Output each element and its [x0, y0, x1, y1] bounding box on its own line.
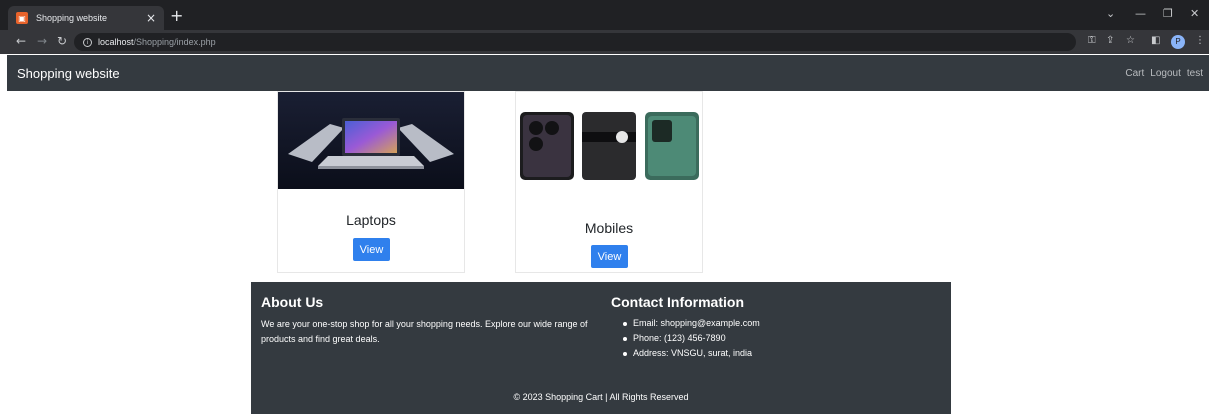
- url-text: localhost/Shopping/index.php: [98, 37, 216, 47]
- sidepanel-icon[interactable]: ◧: [1151, 35, 1160, 46]
- site-brand[interactable]: Shopping website: [17, 66, 120, 81]
- about-heading: About Us: [261, 294, 324, 310]
- browser-toolbar: ← → ↻ i localhost/Shopping/index.php ⚿ ⇪…: [0, 30, 1209, 54]
- share-icon[interactable]: ⇪: [1106, 35, 1114, 46]
- nav-link-cart[interactable]: Cart: [1125, 68, 1144, 79]
- contact-address: Address: VNSGU, surat, india: [623, 346, 760, 361]
- browser-tabstrip: ▣ Shopping website × + ⌄ — ❐ ✕: [0, 0, 1209, 30]
- browser-tab[interactable]: ▣ Shopping website ×: [8, 6, 164, 30]
- reload-icon[interactable]: ↻: [57, 34, 67, 48]
- about-text: We are your one-stop shop for all your s…: [261, 319, 588, 344]
- bullet-icon: [623, 336, 627, 341]
- url-host: localhost: [98, 37, 134, 47]
- tab-search-icon[interactable]: ⌄: [1106, 7, 1115, 20]
- url-path: /Shopping/index.php: [133, 37, 216, 47]
- contact-email-text: Email: shopping@example.com: [633, 318, 760, 328]
- mobiles-image: [516, 92, 702, 189]
- contact-heading: Contact Information: [611, 294, 744, 310]
- nav-links: Cart Logout test: [1125, 68, 1209, 79]
- restore-icon[interactable]: ❐: [1163, 7, 1173, 20]
- key-icon[interactable]: ⚿: [1088, 35, 1096, 46]
- bullet-icon: [623, 321, 627, 326]
- tab-close-icon[interactable]: ×: [146, 12, 156, 24]
- new-tab-button[interactable]: +: [170, 8, 183, 24]
- contact-list: Email: shopping@example.com Phone: (123)…: [623, 316, 760, 361]
- view-mobiles-button[interactable]: View: [591, 245, 628, 268]
- tab-title: Shopping website: [36, 13, 108, 23]
- profile-avatar[interactable]: P: [1171, 35, 1185, 49]
- contact-address-text: Address: VNSGU, surat, india: [633, 348, 753, 358]
- minimize-icon[interactable]: —: [1135, 7, 1146, 20]
- contact-phone-text: Phone: (123) 456-7890: [633, 333, 726, 343]
- back-icon[interactable]: ←: [16, 34, 26, 48]
- laptops-image: [278, 92, 464, 189]
- forward-icon[interactable]: →: [37, 34, 47, 48]
- menu-icon[interactable]: ⋮: [1195, 35, 1205, 46]
- category-card-laptops: Laptops View: [277, 91, 465, 273]
- category-title-mobiles: Mobiles: [584, 220, 634, 236]
- view-laptops-button[interactable]: View: [353, 238, 390, 261]
- category-title-laptops: Laptops: [346, 212, 396, 228]
- bullet-icon: [623, 351, 627, 356]
- address-bar[interactable]: i localhost/Shopping/index.php: [74, 33, 1076, 51]
- star-icon[interactable]: ☆: [1126, 35, 1135, 46]
- site-footer: About Us We are your one-stop shop for a…: [251, 282, 951, 414]
- site-navbar: Shopping website Cart Logout test: [7, 55, 1209, 91]
- contact-phone: Phone: (123) 456-7890: [623, 331, 760, 346]
- contact-email: Email: shopping@example.com: [623, 316, 760, 331]
- nav-link-user[interactable]: test: [1187, 68, 1203, 79]
- category-card-mobiles: Mobiles View: [515, 91, 703, 273]
- window-close-icon[interactable]: ✕: [1190, 7, 1199, 20]
- info-icon[interactable]: i: [83, 37, 92, 47]
- copyright-text: © 2023 Shopping Cart | All Rights Reserv…: [513, 392, 689, 402]
- nav-link-logout[interactable]: Logout: [1150, 68, 1181, 79]
- site-favicon-icon: ▣: [16, 12, 28, 24]
